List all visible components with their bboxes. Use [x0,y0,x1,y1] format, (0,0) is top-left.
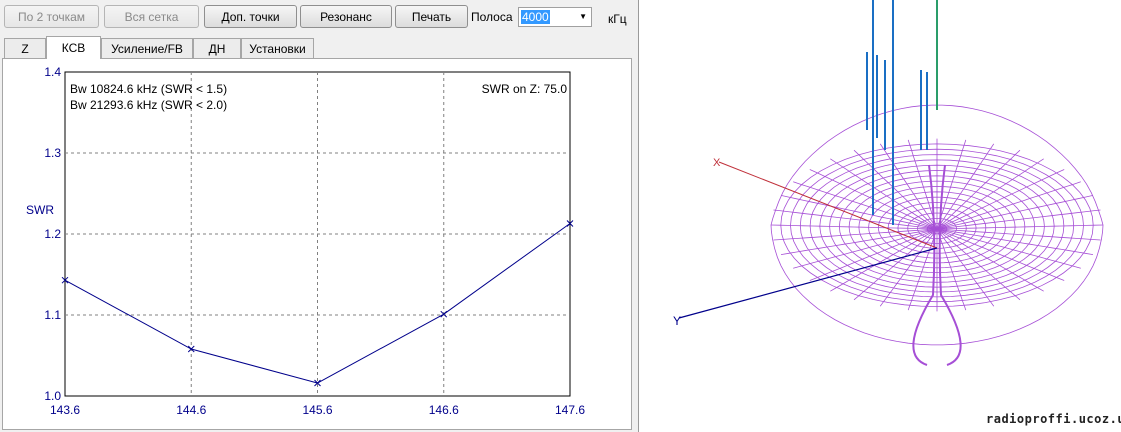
watermark-text: radioproffi.ucoz.ua [986,412,1121,426]
antenna-elements [866,0,938,225]
pattern-meridian [770,224,938,230]
two-points-button[interactable]: По 2 точкам [4,5,99,28]
pattern-meridian [936,224,1104,230]
band-unit-label: кГц [608,12,627,26]
swr-chart-panel: 1.0 1.1 1.2 1.3 1.4 143.6 144.6 145.6 146.6 147.… [2,58,632,430]
pattern-meridian [936,169,1065,230]
y-axis-line [678,247,938,319]
radiation-pattern-3d: X Y [673,0,1104,366]
y-tick-label: 1.3 [44,146,61,160]
x-tick-label: 146.6 [429,403,459,417]
print-button[interactable]: Печать [395,5,468,28]
x-tick-label: 145.6 [302,403,332,417]
chevron-down-icon[interactable]: ▼ [579,12,587,21]
y-tick-label: 1.2 [44,227,61,241]
band-label: Полоса [471,10,513,24]
bandwidth-note-1: Bw 10824.6 kHz (SWR < 1.5) [70,82,227,96]
tab-pattern[interactable]: ДН [193,38,241,58]
resonance-button[interactable]: Резонанс [300,5,392,28]
x-axis-label: X [713,157,721,169]
tab-gain-fb[interactable]: Усиление/FB [101,38,193,58]
tab-swr[interactable]: КСВ [46,36,101,59]
extra-points-button[interactable]: Доп. точки [204,5,297,28]
y-tick-label: 1.4 [44,65,61,79]
x-tick-label: 147.6 [555,403,585,417]
swr-chart: 1.0 1.1 1.2 1.3 1.4 143.6 144.6 145.6 146.6 147.… [26,65,585,417]
x-tick-label: 144.6 [176,403,206,417]
tab-z[interactable]: Z [4,38,46,58]
y-tick-label: 1.0 [44,389,61,403]
toolbar: По 2 точкам Вся сетка Доп. точки Резонан… [0,0,638,34]
band-value[interactable]: 4000 [521,10,550,24]
pattern-meridian [936,228,1101,241]
bandwidth-note-2: Bw 21293.6 kHz (SWR < 2.0) [70,98,227,112]
full-grid-button[interactable]: Вся сетка [104,5,199,28]
swr-impedance-note: SWR on Z: 75.0 [482,82,568,96]
band-select[interactable]: 4000 ▼ [518,7,592,27]
antenna-app-window: По 2 точкам Вся сетка Доп. точки Резонан… [0,0,638,432]
tab-settings[interactable]: Установки [241,38,314,58]
x-tick-label: 143.6 [50,403,80,417]
tab-bar: Z КСВ Усиление/FB ДН Установки [0,36,638,59]
pattern-wireframe [770,104,1104,366]
y-axis-label-3d: Y [673,314,681,328]
y-axis-label: SWR [26,203,54,217]
y-tick-labels: 1.0 1.1 1.2 1.3 1.4 [44,65,61,403]
y-tick-label: 1.1 [44,308,61,322]
x-tick-labels: 143.6 144.6 145.6 146.6 147.6 [50,403,585,417]
